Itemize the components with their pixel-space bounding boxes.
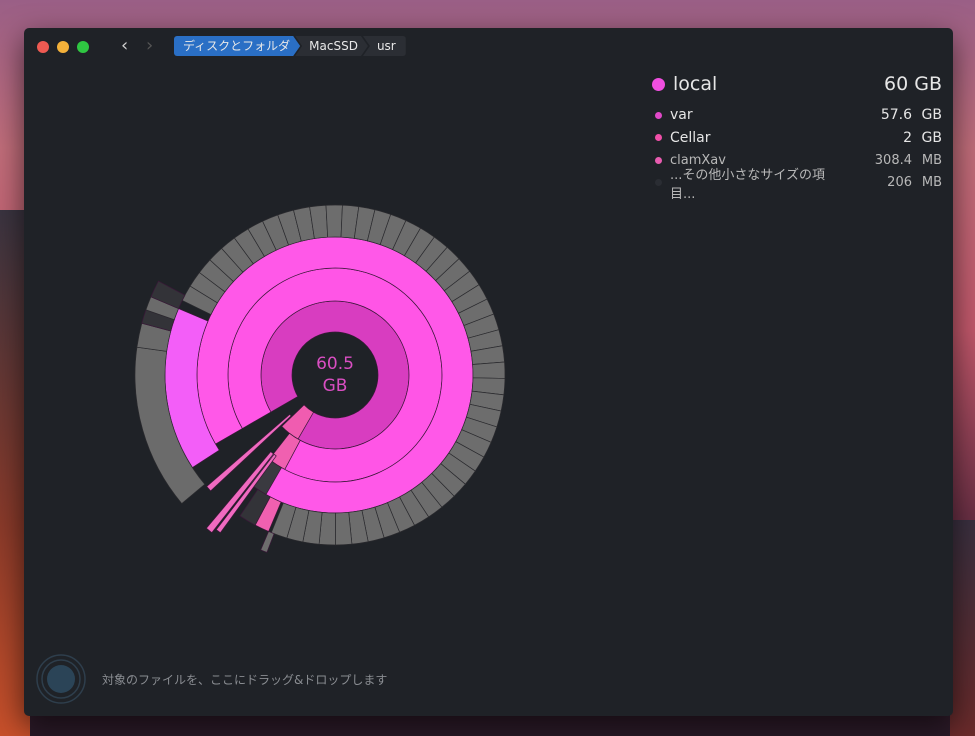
drop-hint: 対象のファイルを、ここにドラッグ&ドロップします bbox=[102, 672, 388, 687]
legend-item-unit: MB bbox=[921, 152, 942, 168]
legend-root-size: 60 GB bbox=[884, 73, 942, 95]
legend: local 60 GB var 57.6 GB Cellar 2 GB clam… bbox=[652, 70, 942, 202]
center-size-unit: GB bbox=[322, 376, 348, 396]
color-dot-icon bbox=[655, 111, 662, 119]
legend-item-unit: MB bbox=[921, 175, 942, 191]
legend-item[interactable]: ...その他小さなサイズの項目... 206 MB bbox=[652, 168, 942, 202]
legend-item-unit: GB bbox=[921, 107, 942, 124]
legend-item-size: 57.6 bbox=[880, 107, 912, 124]
center-size-value: 60.5 bbox=[316, 354, 354, 374]
legend-item-name: var bbox=[670, 107, 693, 124]
legend-item-name: ...その他小さなサイズの項目... bbox=[670, 167, 826, 202]
color-dot-icon bbox=[655, 156, 662, 164]
color-dot-icon bbox=[652, 77, 665, 91]
legend-item[interactable]: var 57.6 GB bbox=[652, 104, 942, 127]
drop-zone[interactable]: 対象のファイルを、ここにドラッグ&ドロップします bbox=[36, 654, 387, 704]
segment-spike[interactable] bbox=[260, 531, 275, 553]
legend-item-unit: GB bbox=[921, 129, 942, 146]
target-icon bbox=[36, 654, 86, 704]
legend-root[interactable]: local 60 GB bbox=[652, 70, 942, 98]
legend-root-name: local bbox=[673, 73, 718, 95]
legend-item[interactable]: Cellar 2 GB bbox=[652, 127, 942, 150]
color-dot-icon bbox=[655, 179, 662, 187]
center-size-label: 60.5 GB bbox=[295, 353, 375, 397]
color-dot-icon bbox=[655, 134, 662, 142]
segment-leaf[interactable] bbox=[335, 511, 353, 546]
legend-item-size: 308.4 bbox=[874, 152, 912, 168]
legend-item-name: Cellar bbox=[670, 129, 711, 146]
segment-leaf[interactable] bbox=[472, 361, 506, 379]
legend-item-size: 206 bbox=[887, 175, 912, 191]
desktop-mountain bbox=[950, 520, 975, 736]
legend-item-size: 2 bbox=[903, 129, 912, 146]
segment-leaf[interactable] bbox=[325, 204, 343, 238]
app-window: ‹ › ディスクとフォルダ MacSSD usr 60.5 GB local 6… bbox=[24, 28, 953, 716]
